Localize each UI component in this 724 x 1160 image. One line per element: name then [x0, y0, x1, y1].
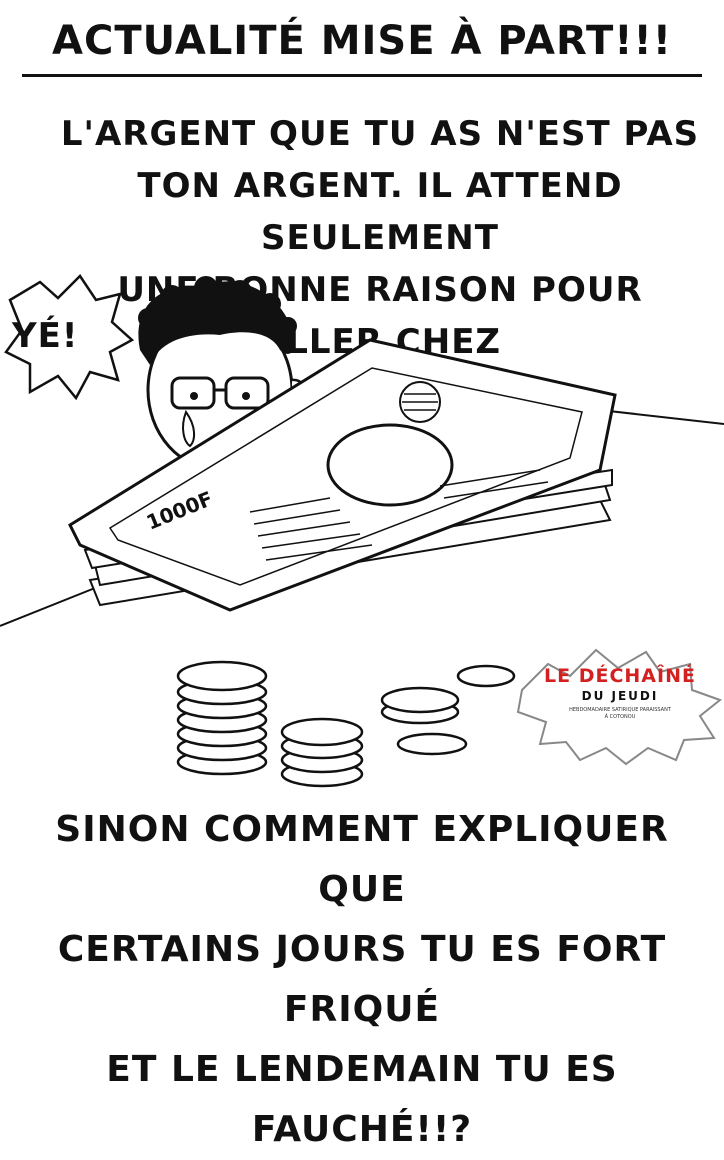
coin-stack-medium: [280, 717, 364, 788]
bottom-caption-line-2: CERTAINS JOURS TU ES FORT FRIQUÉ: [57, 929, 667, 1030]
shout-text: YÉ!: [12, 316, 79, 356]
bottom-caption-line-1: SINON COMMENT EXPLIQUER QUE: [55, 809, 669, 910]
table-edge-right: [599, 409, 724, 425]
coin-stack-small: [380, 686, 460, 725]
logo-tagline: HEBDOMADAIRE SATIRIQUE PARAISSANT À COTO…: [560, 707, 680, 721]
logo-subtitle: DU JEUDI: [581, 689, 659, 703]
coin-flat: [396, 732, 468, 756]
logo-name: LE DÉCHAÎNÉ: [544, 665, 696, 687]
bottom-caption: SINON COMMENT EXPLIQUER QUE CERTAINS JOU…: [20, 800, 704, 1160]
logo-tagline-1: HEBDOMADAIRE SATIRIQUE PARAISSANT: [569, 707, 671, 713]
logo-tagline-2: À COTONOU: [604, 714, 636, 720]
coin-stack-large: [176, 660, 268, 776]
coin-single: [456, 664, 516, 688]
newspaper-logo: LE DÉCHAÎNÉ DU JEUDI HEBDOMADAIRE SATIRI…: [520, 645, 720, 741]
bottom-caption-line-3: ET LE LENDEMAIN TU ES FAUCHÉ!!?: [106, 1049, 618, 1150]
